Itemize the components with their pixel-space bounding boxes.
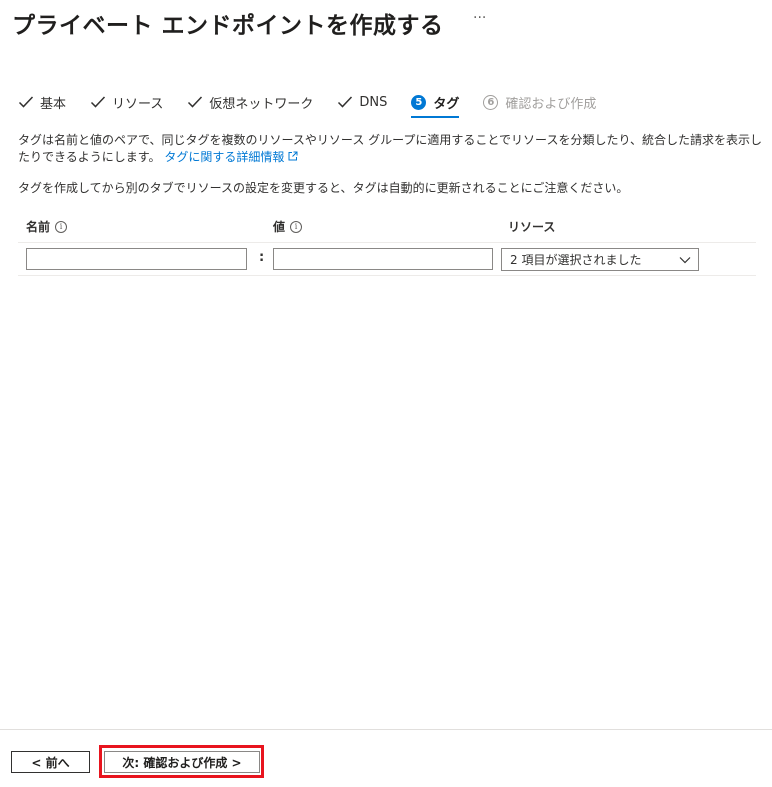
- learn-more-link-text: タグに関する詳細情報: [164, 150, 285, 164]
- column-header-resource: リソース: [508, 218, 555, 235]
- header-label: 値: [273, 220, 286, 234]
- column-header-name: 名前 i: [26, 218, 68, 235]
- name-value-separator: :: [259, 250, 265, 265]
- tab-dns[interactable]: DNS: [337, 92, 387, 112]
- tags-description: タグは名前と値のペアで、同じタグを複数のリソースやリソース グループに適用するこ…: [18, 132, 763, 166]
- chevron-down-icon: [679, 257, 691, 264]
- page-title: プライベート エンドポイントを作成する: [12, 13, 444, 39]
- table-divider: [18, 275, 756, 276]
- table-divider: [18, 242, 756, 243]
- tab-review-create: 6 確認および作成: [483, 92, 596, 112]
- tab-label: 確認および作成: [505, 96, 597, 112]
- tab-tags[interactable]: 5 タグ: [411, 92, 460, 118]
- checkmark-icon: [18, 96, 34, 108]
- info-icon[interactable]: i: [290, 220, 303, 233]
- tags-update-note: タグを作成してから別のタブでリソースの設定を変更すると、タグは自動的に更新される…: [18, 181, 629, 195]
- tab-label: タグ: [433, 96, 460, 112]
- description-text: タグは名前と値のペアで、同じタグを複数のリソースやリソース グループに適用するこ…: [18, 133, 762, 164]
- tab-virtual-network[interactable]: 仮想ネットワーク: [187, 92, 313, 112]
- header-label: リソース: [508, 220, 556, 234]
- tab-label: リソース: [112, 96, 164, 112]
- tag-name-input[interactable]: [26, 248, 247, 270]
- footer-divider: [0, 729, 772, 730]
- resource-dropdown[interactable]: 2 項目が選択されました: [501, 248, 699, 271]
- info-icon[interactable]: i: [55, 220, 68, 233]
- tab-label: 基本: [40, 96, 67, 112]
- step-number-badge: 5: [411, 94, 427, 110]
- tab-basics[interactable]: 基本: [18, 92, 66, 112]
- header-label: 名前: [26, 220, 51, 234]
- tag-value-input[interactable]: [273, 248, 493, 270]
- more-options-button[interactable]: ···: [473, 10, 486, 26]
- wizard-tabs: 基本 リソース 仮想ネットワーク DNS 5 タグ 6 確認および作成: [18, 92, 620, 118]
- external-link-icon: [288, 151, 298, 161]
- checkmark-icon: [90, 96, 106, 108]
- next-review-create-button[interactable]: 次: 確認および作成 >: [104, 751, 260, 773]
- learn-more-link[interactable]: タグに関する詳細情報: [164, 150, 298, 164]
- checkmark-icon: [188, 96, 203, 108]
- previous-button[interactable]: < 前へ: [11, 751, 90, 773]
- tab-label: DNS: [359, 94, 388, 110]
- checkmark-icon: [338, 96, 353, 108]
- dropdown-selected-value: 2 項目が選択されました: [510, 253, 642, 267]
- step-number-badge: 6: [483, 94, 499, 110]
- tab-label: 仮想ネットワーク: [209, 96, 314, 112]
- tab-resource[interactable]: リソース: [90, 92, 163, 112]
- column-header-value: 値 i: [273, 218, 303, 235]
